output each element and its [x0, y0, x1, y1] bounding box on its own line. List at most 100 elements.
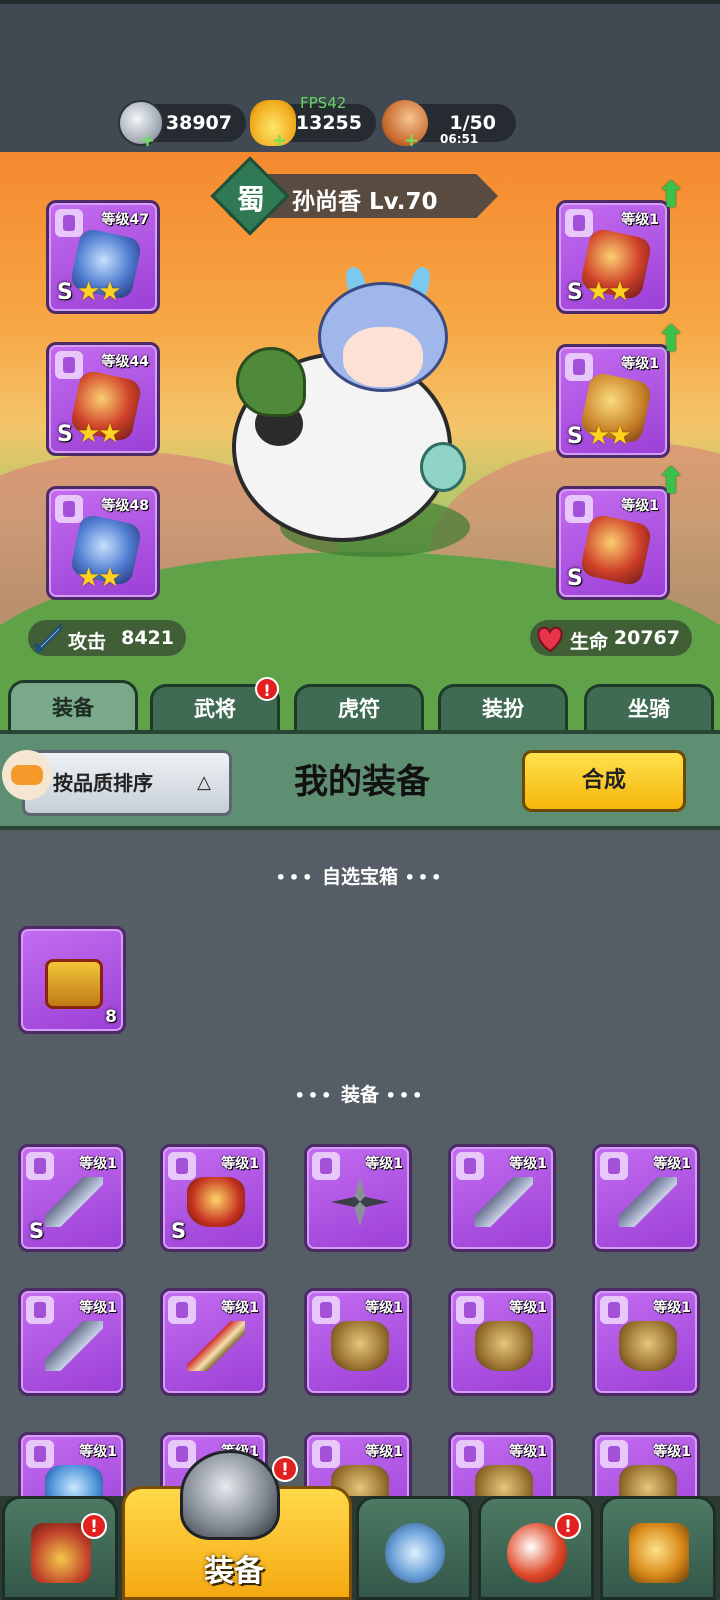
game-screen: + 38907 + 13255 FPS42 + 1/50 06:51 蜀 孙尚香… [0, 0, 720, 1600]
item-type-icon [456, 1440, 484, 1468]
tab-generals-label: 武将 [194, 697, 236, 721]
item-type-icon [26, 1440, 54, 1468]
slot-stars: ★★ [77, 277, 122, 307]
glaive-icon [187, 1321, 245, 1371]
item-type-icon [312, 1440, 340, 1468]
gamepad-icon[interactable] [2, 750, 52, 800]
attack-stat: 攻击 8421 [28, 620, 186, 656]
boots-type-icon [565, 495, 593, 523]
item-grade: S [171, 1219, 187, 1243]
sort-by-quality-button[interactable]: 按品质排序 △ [22, 750, 232, 816]
inventory-item[interactable]: 等级1 [448, 1144, 556, 1252]
inventory-item[interactable]: 等级1 [304, 1144, 412, 1252]
alert-badge-icon: ! [81, 1513, 107, 1539]
item-type-icon [168, 1152, 196, 1180]
item-level: 等级1 [509, 1156, 547, 1172]
add-silver-icon[interactable]: + [140, 132, 155, 150]
slot-stars: ★★ [587, 277, 632, 307]
nav-battle-button[interactable] [356, 1496, 472, 1600]
slot-grade: S [567, 424, 583, 449]
equip-slot-weapon[interactable]: 等级47 S ★★ [46, 200, 160, 314]
slot-grade: S [567, 566, 583, 591]
fist-upgrade-icon [629, 1523, 689, 1583]
tab-tally[interactable]: 虎符 [294, 684, 424, 734]
item-level: 等级1 [79, 1156, 117, 1172]
item-level: 等级1 [653, 1300, 691, 1316]
curved-blade-icon [619, 1177, 677, 1227]
merge-button[interactable]: 合成 [522, 750, 686, 812]
item-level: 等级1 [221, 1156, 259, 1172]
selectable-chest-item[interactable]: 8 [18, 926, 126, 1034]
inventory-item[interactable]: 等级1 S [160, 1144, 268, 1252]
sort-label: 按品质排序 [53, 771, 153, 795]
equip-slot-helmet[interactable]: 等级48 ★★ [46, 486, 160, 600]
slot-stars: ★★ [587, 421, 632, 451]
upgrade-arrow-icon: ⬆ [656, 461, 687, 502]
add-stamina-icon[interactable]: + [404, 132, 419, 150]
alert-badge-icon: ! [272, 1456, 298, 1482]
inventory-item[interactable]: 等级1 [18, 1288, 126, 1396]
tab-mount[interactable]: 坐骑 [584, 684, 714, 734]
nav-upgrade-button[interactable] [600, 1496, 716, 1600]
stamina-timer: 06:51 [440, 132, 479, 146]
silver-counter[interactable]: + 38907 [118, 100, 246, 150]
section-equip-title: 装备 [340, 1084, 379, 1106]
shuriken-icon [331, 1177, 389, 1227]
inventory-item[interactable]: 等级1 S [18, 1144, 126, 1252]
gloves-type-icon [565, 353, 593, 381]
treasure-chest-icon [45, 959, 103, 1009]
slot-stars: ★★ [77, 419, 122, 449]
slot-level: 等级1 [621, 212, 659, 228]
item-level: 等级1 [653, 1444, 691, 1460]
armor-icon [475, 1321, 533, 1371]
tab-generals[interactable]: 武将 ! [150, 677, 280, 734]
tab-outfit[interactable]: 装扮 [438, 684, 568, 734]
hp-stat: 生命 20767 [530, 620, 692, 656]
fps-counter: FPS42 [300, 94, 347, 112]
item-type-icon [26, 1152, 54, 1180]
inventory-item[interactable]: 等级1 [592, 1288, 700, 1396]
slot-level: 等级1 [621, 356, 659, 372]
item-type-icon [26, 1296, 54, 1324]
inventory-item[interactable]: 等级1 [160, 1288, 268, 1396]
silver-value: 38907 [165, 112, 232, 134]
slot-level: 等级44 [101, 354, 149, 370]
slot-level: 等级48 [101, 498, 149, 514]
panel-title: 我的装备 [294, 762, 430, 802]
attack-value: 8421 [121, 627, 174, 649]
equip-slot-amulet[interactable]: 等级44 S ★★ [46, 342, 160, 456]
armor-icon [619, 1321, 677, 1371]
hero-name: 孙尚香 Lv.70 [292, 189, 438, 215]
alert-badge-icon: ! [555, 1513, 581, 1539]
attack-label: 攻击 [68, 631, 107, 653]
hero-scene: 蜀 孙尚香 Lv.70 等级47 S ★★ 等级44 S ★★ 等级48 ★★ … [0, 152, 720, 730]
inventory-item[interactable]: 等级1 [592, 1144, 700, 1252]
section-chest-title: 自选宝箱 [321, 866, 398, 888]
section-dots: ••• [404, 868, 445, 887]
hp-value: 20767 [613, 627, 680, 649]
faction-label: 蜀 [236, 183, 265, 216]
equip-slot-boots[interactable]: 等级1 S [556, 486, 670, 600]
tab-equipment[interactable]: 装备 [8, 680, 138, 734]
item-type-icon [600, 1296, 628, 1324]
inventory-item[interactable]: 等级1 [448, 1288, 556, 1396]
nav-shop-button[interactable]: ! [2, 1496, 118, 1600]
hero-face [343, 327, 423, 387]
nav-equipment-label: 装备 [204, 1554, 264, 1589]
item-level: 等级1 [365, 1300, 403, 1316]
equip-slot-armor[interactable]: 等级1 S ★★ [556, 200, 670, 314]
sort-arrow-icon: △ [197, 772, 211, 793]
section-dots: ••• [275, 868, 316, 887]
sword-icon [30, 620, 66, 656]
item-count: 8 [105, 1007, 117, 1027]
add-gold-icon[interactable]: + [272, 132, 287, 150]
inventory-header: 按品质排序 △ 我的装备 合成 [0, 730, 720, 830]
nav-generals-button[interactable]: ! [478, 1496, 594, 1600]
inventory-item[interactable]: 等级1 [304, 1288, 412, 1396]
armor-icon [331, 1321, 389, 1371]
item-type-icon [168, 1296, 196, 1324]
equip-slot-gloves[interactable]: 等级1 S ★★ [556, 344, 670, 458]
item-type-icon [600, 1440, 628, 1468]
panda-hat [236, 347, 306, 417]
section-equip-header: ••• 装备 ••• [0, 1080, 720, 1107]
